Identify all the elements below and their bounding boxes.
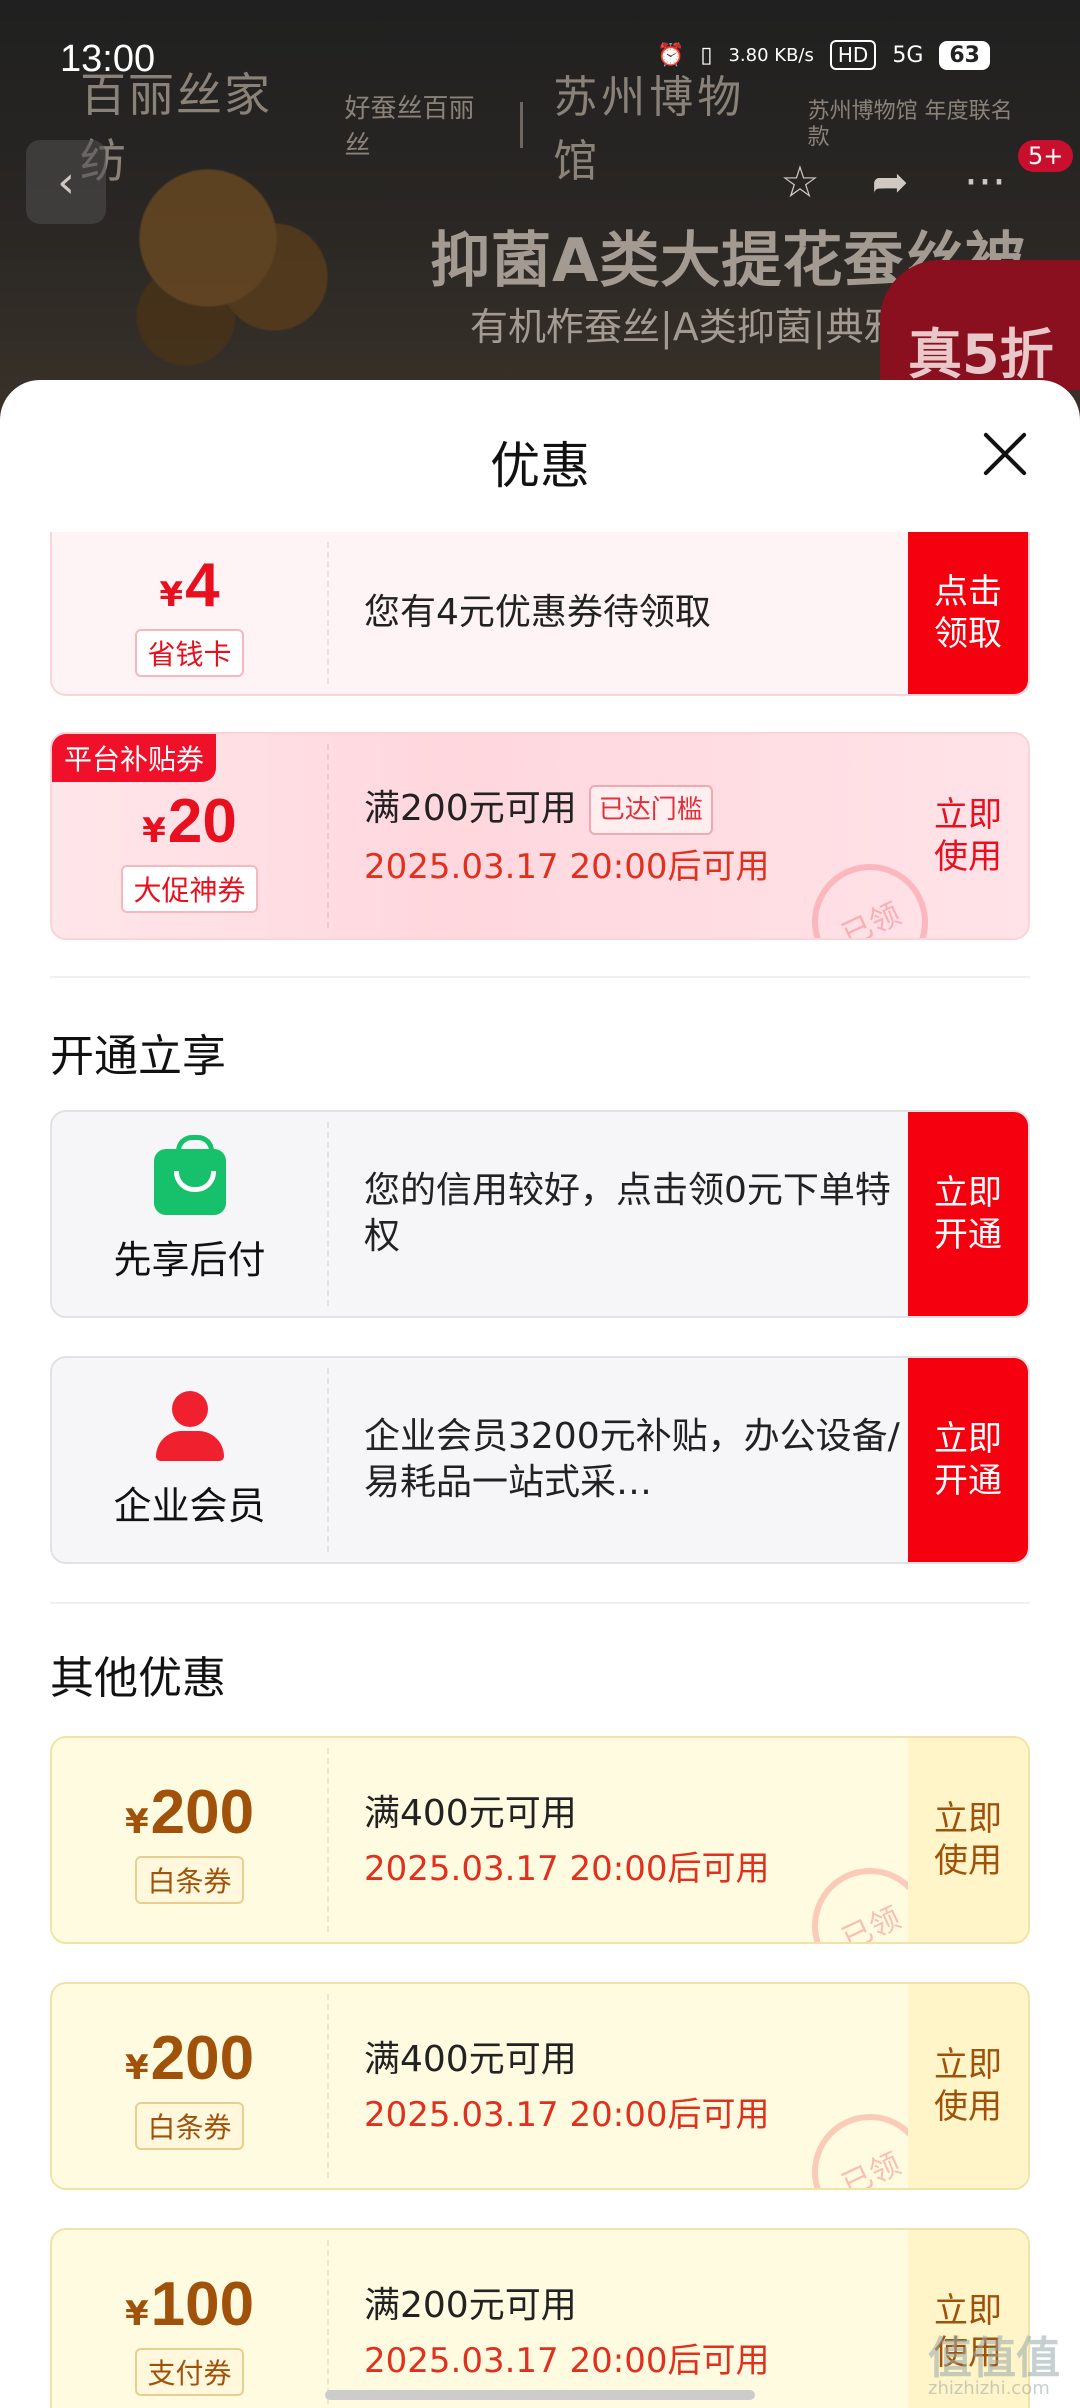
amount-number: 200	[150, 2023, 255, 2093]
coupon-tag: 白条券	[135, 2101, 244, 2150]
coupon-condition: 满400元可用	[364, 2038, 577, 2080]
service-description: 企业会员3200元补贴，办公设备/易耗品一站式采…	[364, 1416, 900, 1503]
coupon-card-saving: ¥ 4 省钱卡 您有4元优惠券待领取 点击领取	[50, 532, 1030, 696]
yen-symbol: ¥	[159, 574, 184, 615]
section-title-open: 开通立享	[50, 1031, 226, 1082]
coupon-amount: ¥ 20	[142, 786, 237, 857]
use-button-label: 立即使用	[934, 795, 1002, 877]
service-description: 您的信用较好，点击领0元下单特权	[364, 1170, 891, 1257]
activate-button[interactable]: 立即开通	[908, 1112, 1028, 1316]
yen-symbol: ¥	[124, 2047, 149, 2088]
yen-symbol: ¥	[142, 810, 166, 851]
site-watermark: 值值值	[928, 2333, 1060, 2384]
section-divider	[50, 1602, 1030, 1604]
activate-button-label: 立即开通	[934, 1173, 1002, 1255]
service-card-enterprise: 企业会员 企业会员3200元补贴，办公设备/易耗品一站式采… 立即开通	[50, 1356, 1030, 1564]
coupon-tag: 白条券	[135, 1855, 244, 1904]
service-card-paylater: 先享后付 您的信用较好，点击领0元下单特权 立即开通	[50, 1110, 1030, 1318]
chevron-left-icon: ‹	[57, 156, 75, 208]
use-button-label: 立即使用	[934, 1799, 1002, 1881]
coupon-amount: ¥ 100	[125, 2269, 254, 2340]
coupon-condition-row: 满200元可用 已达门槛	[364, 784, 924, 835]
close-button[interactable]	[970, 420, 1040, 490]
home-indicator[interactable]	[325, 2390, 755, 2400]
coupon-card-baitiao: ¥ 200 白条券 满400元可用 2025.03.17 20:00后可用 已领…	[50, 1982, 1030, 2190]
activate-button[interactable]: 立即开通	[908, 1358, 1028, 1562]
coupon-value: ¥ 200 白条券	[52, 1738, 327, 1942]
use-button[interactable]: 立即使用	[908, 734, 1028, 938]
service-label: 企业会员	[113, 1483, 266, 1528]
coupon-divider	[327, 744, 329, 928]
claim-button[interactable]: 点击领取	[908, 532, 1028, 694]
coupon-divider	[327, 1748, 329, 1932]
yen-symbol: ¥	[124, 2293, 149, 2334]
coupon-divider	[327, 542, 329, 684]
coupon-description: 您有4元优惠券待领取	[364, 592, 711, 633]
coupon-amount: ¥ 200	[125, 1777, 254, 1848]
coupon-condition: 满400元可用	[364, 1792, 577, 1834]
claim-button-label: 点击领取	[934, 572, 1002, 654]
coupon-amount: ¥ 4	[159, 550, 219, 621]
service-brand: 先享后付	[52, 1112, 327, 1316]
coupon-tag: 支付券	[135, 2347, 244, 2396]
threshold-reached-tag: 已达门槛	[588, 784, 713, 835]
coupon-card-payment: ¥ 100 支付券 满200元可用 2025.03.17 20:00后可用 立即…	[50, 2228, 1030, 2408]
card-divider	[327, 1122, 329, 1306]
coupon-valid-time: 2025.03.17 20:00后可用	[364, 2340, 770, 2381]
use-button[interactable]: 立即使用	[908, 1984, 1028, 2188]
coupon-divider	[327, 2240, 329, 2408]
signal-icon: 5G	[892, 42, 924, 68]
coupon-card-baitiao: ¥ 200 白条券 满400元可用 2025.03.17 20:00后可用 已领…	[50, 1736, 1030, 1944]
use-button-label: 立即使用	[934, 2045, 1002, 2127]
back-button[interactable]: ‹	[26, 140, 106, 224]
coupon-tag: 大促神券	[121, 864, 258, 913]
museum-logo: 苏州博物馆	[553, 72, 746, 187]
brand-name: 百丽丝家纺	[80, 68, 272, 188]
discount-sheet: 优惠 ¥ 4 省钱卡 您有4元优惠券待领取 点击领取 平台补贴券 ¥ 20 大促…	[0, 380, 1080, 2408]
service-info: 您的信用较好，点击领0元下单特权	[364, 1112, 924, 1316]
hd-icon: HD	[829, 40, 877, 70]
amount-number: 4	[185, 550, 220, 620]
person-icon	[152, 1390, 228, 1461]
amount-number: 200	[150, 1777, 255, 1847]
coupon-value: ¥ 200 白条券	[52, 1984, 327, 2188]
service-brand: 企业会员	[52, 1358, 327, 1562]
coupon-divider	[327, 1994, 329, 2178]
amount-number: 100	[150, 2269, 255, 2339]
amount-number: 20	[167, 786, 237, 856]
share-icon: ➦	[871, 156, 909, 208]
star-icon: ☆	[780, 156, 820, 208]
coupon-tag: 省钱卡	[135, 628, 244, 677]
more-dots-icon: ···	[964, 156, 1006, 208]
activate-button-label: 立即开通	[934, 1419, 1002, 1501]
coupon-info: 您有4元优惠券待领取	[364, 532, 924, 694]
coupon-amount: ¥ 200	[125, 2023, 254, 2094]
sheet-title: 优惠	[490, 437, 590, 495]
coupon-card-platform: 平台补贴券 ¥ 20 大促神券 满200元可用 已达门槛 2025.03.17 2…	[50, 732, 1030, 940]
coupon-value: ¥ 100 支付券	[52, 2230, 327, 2408]
yen-symbol: ¥	[124, 1801, 149, 1842]
use-button[interactable]: 立即使用	[908, 1738, 1028, 1942]
battery-icon: 63	[939, 40, 990, 70]
app-screen: 13:00 ⏰ ▯ 3.80 KB/s HD 5G 63 百丽丝家纺 好蚕丝百丽…	[0, 0, 1080, 2408]
coupon-condition: 满200元可用	[364, 2284, 577, 2326]
product-subtitle: 有机柞蚕丝|A类抑菌|典雅	[470, 305, 902, 349]
section-divider	[50, 976, 1030, 978]
brand-logo-text: 好蚕丝百丽丝	[344, 94, 475, 161]
discount-badge: 真5折	[880, 260, 1080, 390]
card-divider	[327, 1368, 329, 1552]
service-label: 先享后付	[113, 1237, 266, 1282]
section-title-other: 其他优惠	[50, 1653, 226, 1704]
brand-divider	[520, 102, 524, 148]
service-info: 企业会员3200元补贴，办公设备/易耗品一站式采…	[364, 1358, 924, 1562]
shopping-bag-icon	[153, 1134, 226, 1215]
coupon-value: ¥ 20 大促神券	[52, 734, 327, 938]
site-watermark-url: zhizhizhi.com	[928, 2378, 1050, 2399]
coupon-condition: 满200元可用	[364, 787, 577, 829]
coupon-info: 满200元可用 2025.03.17 20:00后可用	[364, 2230, 924, 2408]
coupon-value: ¥ 4 省钱卡	[52, 532, 327, 694]
notification-badge: 5+	[1018, 140, 1074, 172]
